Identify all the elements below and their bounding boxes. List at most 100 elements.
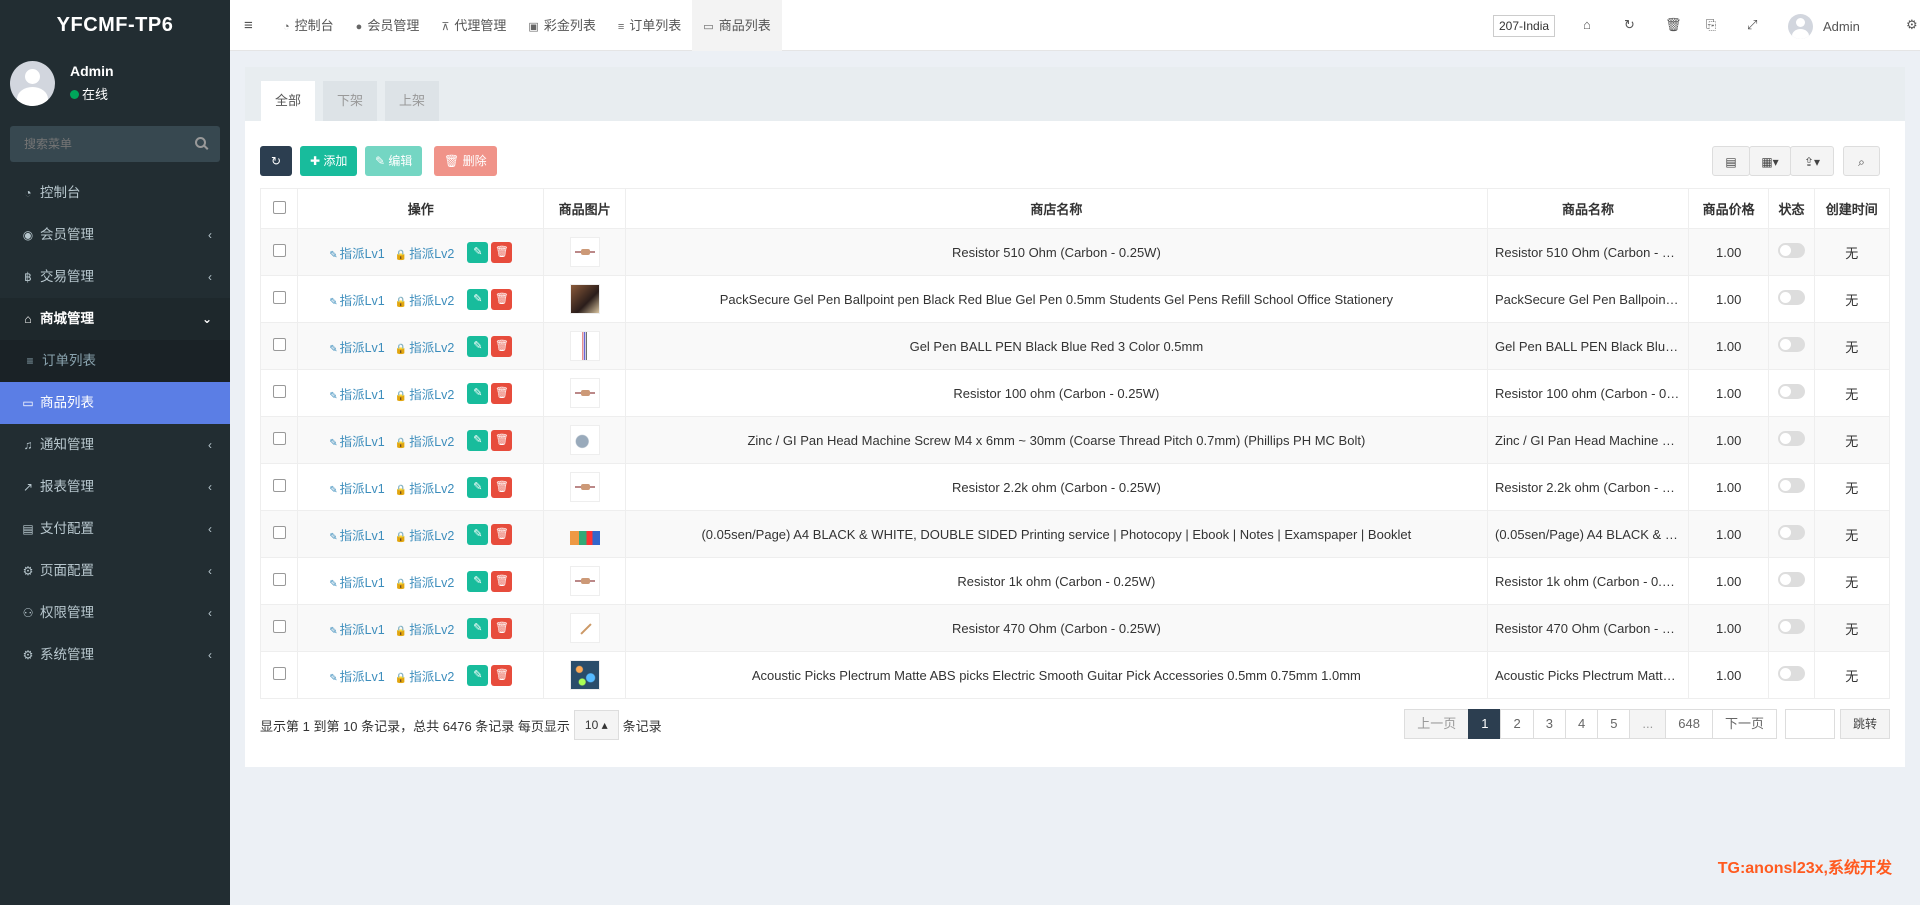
sidebar-item-reports[interactable]: ↗ 报表管理 ‹ <box>0 466 230 508</box>
row-checkbox[interactable] <box>272 291 286 304</box>
assign-lv2-link[interactable]: 🔒 指派Lv2 <box>395 525 455 544</box>
assign-lv1-link[interactable]: ✎ 指派Lv1 <box>329 572 385 591</box>
status-toggle[interactable] <box>1777 572 1805 587</box>
assign-lv1-link[interactable]: ✎ 指派Lv1 <box>329 431 385 450</box>
row-checkbox[interactable] <box>272 479 286 492</box>
next-page-button[interactable]: 下一页 <box>1711 709 1777 739</box>
column-header[interactable]: 商品图片 <box>543 188 626 229</box>
row-edit-button[interactable]: ✎ <box>467 288 489 310</box>
row-delete-button[interactable]: 🗑 <box>491 476 513 498</box>
add-button[interactable]: ✚ 添加 <box>300 146 358 176</box>
row-delete-button[interactable]: 🗑 <box>491 664 513 686</box>
jump-page-input[interactable] <box>1784 709 1835 739</box>
sidebar-item-notify[interactable]: ♫ 通知管理 ‹ <box>0 424 230 466</box>
row-delete-button[interactable]: 🗑 <box>491 617 513 639</box>
menu-toggle-icon[interactable]: ≡ <box>244 17 253 34</box>
row-checkbox[interactable] <box>272 526 286 539</box>
app-logo[interactable]: YFCMF-TP6 <box>0 0 230 51</box>
row-edit-button[interactable]: ✎ <box>467 523 489 545</box>
topnav-bonus[interactable]: ▣ 彩金列表 <box>517 0 606 51</box>
product-thumbnail[interactable] <box>569 531 600 545</box>
product-thumbnail[interactable] <box>569 284 600 314</box>
trash-icon[interactable]: 🗑 <box>1665 17 1682 33</box>
product-thumbnail[interactable] <box>569 613 600 643</box>
row-checkbox[interactable] <box>272 338 286 351</box>
row-checkbox[interactable] <box>272 620 286 633</box>
refresh-icon[interactable]: ↻ <box>1624 17 1635 33</box>
row-edit-button[interactable]: ✎ <box>467 382 489 404</box>
language-icon[interactable]: ⎘ <box>1706 17 1716 33</box>
assign-lv2-link[interactable]: 🔒 指派Lv2 <box>395 243 455 262</box>
assign-lv1-link[interactable]: ✎ 指派Lv1 <box>329 478 385 497</box>
assign-lv2-link[interactable]: 🔒 指派Lv2 <box>395 478 455 497</box>
row-delete-button[interactable]: 🗑 <box>491 570 513 592</box>
column-header[interactable]: 商品价格 <box>1687 188 1770 229</box>
row-delete-button[interactable]: 🗑 <box>491 523 513 545</box>
status-toggle[interactable] <box>1777 290 1805 305</box>
sidebar-item-system[interactable]: ⚙ 系统管理 ‹ <box>0 634 230 676</box>
toggle-view-button[interactable]: ▤ <box>1712 146 1750 176</box>
assign-lv1-link[interactable]: ✎ 指派Lv1 <box>329 666 385 685</box>
sidebar-item-trade[interactable]: ฿ 交易管理 ‹ <box>0 256 230 298</box>
assign-lv2-link[interactable]: 🔒 指派Lv2 <box>395 337 455 356</box>
jump-button[interactable]: 跳转 <box>1839 709 1890 739</box>
row-edit-button[interactable]: ✎ <box>467 429 489 451</box>
sidebar-item-products[interactable]: ▭ 商品列表 <box>0 382 230 424</box>
refresh-button[interactable]: ↻ <box>260 146 292 176</box>
status-toggle[interactable] <box>1777 619 1805 634</box>
product-thumbnail[interactable] <box>569 472 600 502</box>
product-thumbnail[interactable] <box>569 378 600 408</box>
row-edit-button[interactable]: ✎ <box>467 664 489 686</box>
top-user-menu[interactable]: Admin <box>1788 14 1860 39</box>
status-toggle[interactable] <box>1777 337 1805 352</box>
row-edit-button[interactable]: ✎ <box>467 335 489 357</box>
sidebar-item-orders[interactable]: ≡ 订单列表 <box>0 340 230 382</box>
home-icon[interactable]: ⌂ <box>1583 17 1591 32</box>
row-checkbox[interactable] <box>272 667 286 680</box>
column-header[interactable]: 操作 <box>297 188 545 229</box>
row-edit-button[interactable]: ✎ <box>467 570 489 592</box>
page-button[interactable]: 3 <box>1532 709 1566 739</box>
column-header[interactable]: 创建时间 <box>1813 188 1891 229</box>
assign-lv1-link[interactable]: ✎ 指派Lv1 <box>329 384 385 403</box>
row-checkbox[interactable] <box>272 244 286 257</box>
product-thumbnail[interactable] <box>569 237 600 267</box>
page-button[interactable]: 4 <box>1564 709 1599 739</box>
assign-lv2-link[interactable]: 🔒 指派Lv2 <box>395 572 455 591</box>
fullscreen-icon[interactable]: ⤢ <box>1747 17 1757 33</box>
row-edit-button[interactable]: ✎ <box>467 617 489 639</box>
prev-page-button[interactable]: 上一页 <box>1404 709 1470 739</box>
page-button[interactable]: 648 <box>1665 709 1713 739</box>
assign-lv1-link[interactable]: ✎ 指派Lv1 <box>329 243 385 262</box>
row-checkbox[interactable] <box>272 385 286 398</box>
page-size-dropdown[interactable]: 10 ▴ <box>573 710 619 740</box>
topnav-products[interactable]: ▭ 商品列表 <box>692 0 782 51</box>
status-toggle[interactable] <box>1777 431 1805 446</box>
assign-lv1-link[interactable]: ✎ 指派Lv1 <box>329 619 385 638</box>
export-button[interactable]: ⇪▾ <box>1790 146 1834 176</box>
status-toggle[interactable] <box>1777 525 1805 540</box>
assign-lv1-link[interactable]: ✎ 指派Lv1 <box>329 337 385 356</box>
search-button[interactable]: ⌕ <box>1843 146 1880 176</box>
product-thumbnail[interactable] <box>569 566 600 596</box>
column-header[interactable]: 状态 <box>1768 188 1815 229</box>
status-toggle[interactable] <box>1777 666 1805 681</box>
topnav-orders[interactable]: ≡ 订单列表 <box>607 0 692 51</box>
page-button[interactable]: 5 <box>1597 709 1631 739</box>
assign-lv2-link[interactable]: 🔒 指派Lv2 <box>395 666 455 685</box>
product-thumbnail[interactable] <box>569 331 600 361</box>
status-toggle[interactable] <box>1777 243 1805 258</box>
topnav-members[interactable]: ● 会员管理 <box>345 0 431 51</box>
column-header[interactable]: 商店名称 <box>624 188 1489 229</box>
status-toggle[interactable] <box>1777 384 1805 399</box>
cogs-icon[interactable]: ⚙ <box>1906 17 1918 33</box>
row-checkbox[interactable] <box>272 573 286 586</box>
row-delete-button[interactable]: 🗑 <box>491 288 513 310</box>
assign-lv2-link[interactable]: 🔒 指派Lv2 <box>395 431 455 450</box>
select-all-checkbox[interactable] <box>272 200 286 214</box>
row-delete-button[interactable]: 🗑 <box>491 335 513 357</box>
topnav-dashboard[interactable]: ◔ 控制台 <box>272 0 345 51</box>
tab-offline[interactable]: 下架 <box>323 81 378 121</box>
assign-lv2-link[interactable]: 🔒 指派Lv2 <box>395 290 455 309</box>
product-thumbnail[interactable] <box>569 425 600 455</box>
